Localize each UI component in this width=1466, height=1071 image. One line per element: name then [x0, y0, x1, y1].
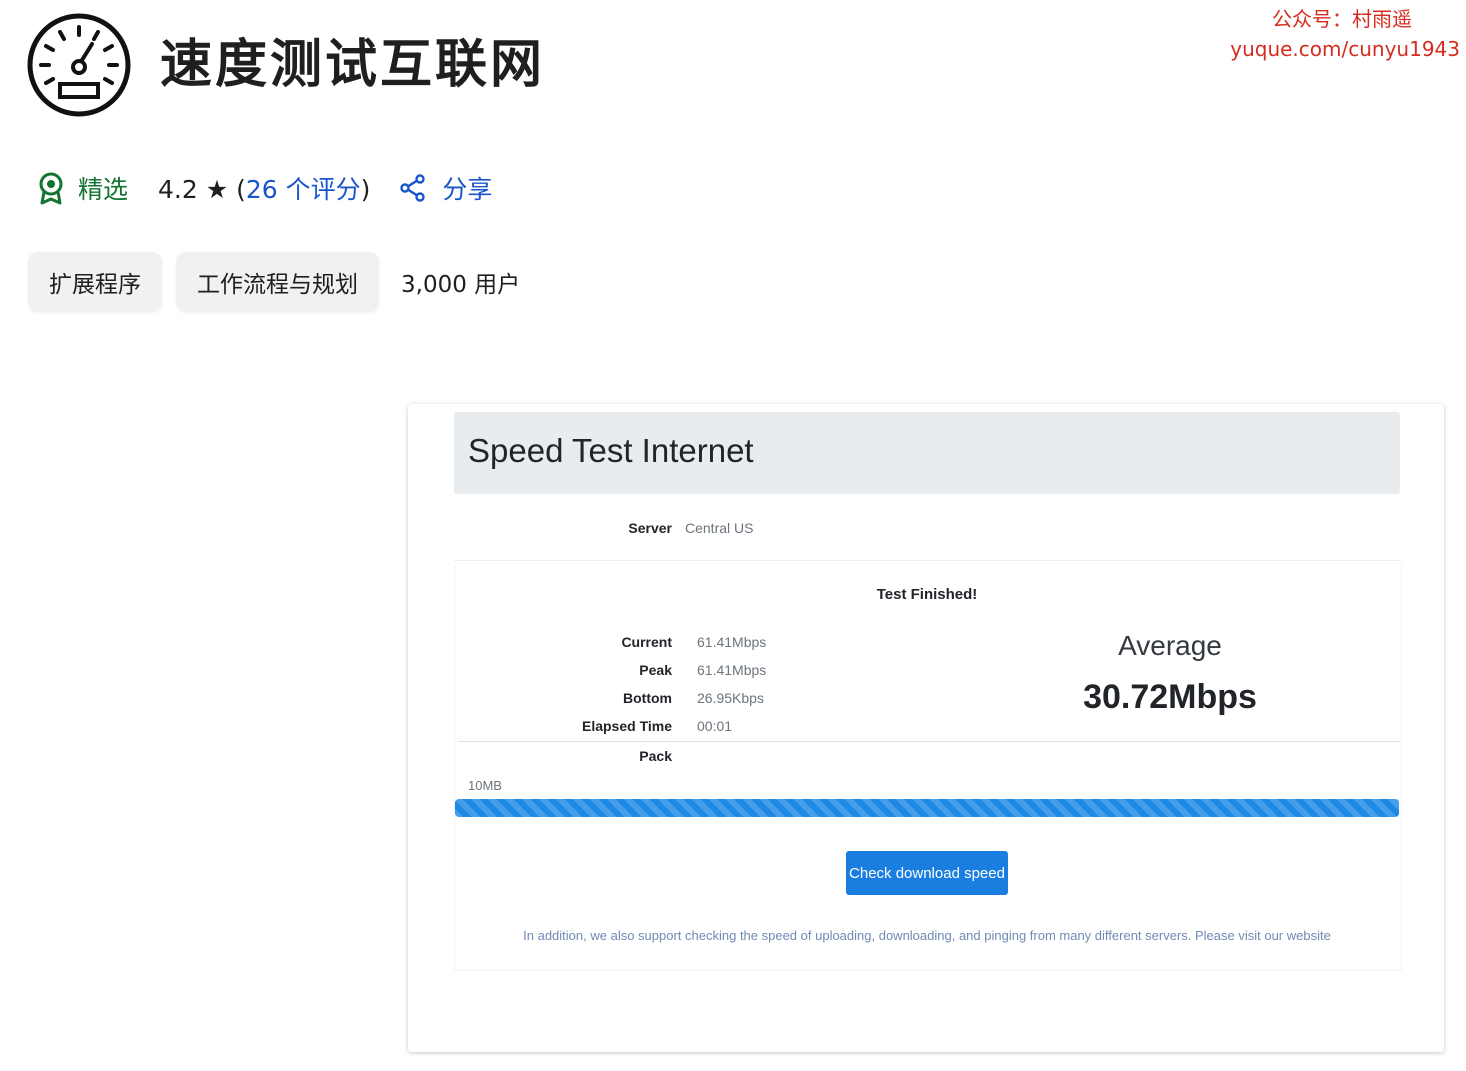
stat-label-elapsed: Elapsed Time: [581, 718, 672, 734]
pack-size-label: 10MB: [468, 778, 502, 793]
test-status: Test Finished!: [876, 586, 978, 603]
share-icon: [400, 174, 426, 202]
extension-title: 速度测试互联网: [160, 35, 546, 95]
download-progress-fill: [455, 799, 1399, 817]
stat-label-bottom: Bottom: [623, 690, 672, 706]
chip-extensions[interactable]: 扩展程序: [28, 252, 162, 312]
app-title: Speed Test Internet: [468, 432, 754, 469]
share-button[interactable]: 分享: [400, 170, 492, 206]
stat-value-bottom: 26.95Kbps: [697, 690, 764, 706]
rating: 4.2 ★ (26 个评分): [158, 170, 370, 206]
server-value: Central US: [685, 520, 754, 536]
stat-value-peak: 61.41Mbps: [697, 662, 767, 678]
user-count: 3,000 用户: [401, 272, 521, 298]
featured-badge-icon: [36, 171, 66, 205]
featured-badge[interactable]: 精选: [36, 170, 128, 206]
stat-value-current: 61.41Mbps: [697, 634, 767, 650]
reviews-link[interactable]: 26 个评分: [246, 175, 361, 204]
results-panel: [454, 564, 1402, 971]
watermark-line-1: 公众号：村雨遥: [1272, 7, 1412, 31]
check-download-speed-button[interactable]: Check download speed: [846, 851, 1008, 895]
stat-label-current: Current: [621, 634, 672, 650]
server-label: Server: [628, 520, 672, 536]
pack-label: Pack: [639, 748, 672, 764]
watermark-line-2: yuque.com/cunyu1943: [1230, 37, 1460, 61]
category-chips: 扩展程序 工作流程与规划 3,000 用户: [28, 252, 520, 312]
average-label: Average: [1118, 630, 1222, 661]
app-header: Speed Test Internet: [454, 412, 1400, 494]
share-label: 分享: [442, 175, 493, 204]
download-progress-bar: [455, 799, 1399, 817]
watermark: 公众号：村雨遥 yuque.com/cunyu1943: [1230, 4, 1460, 64]
stat-label-peak: Peak: [639, 662, 672, 678]
rating-value: 4.2: [158, 175, 198, 204]
featured-label: 精选: [78, 175, 129, 204]
reviews-close-paren: ): [360, 175, 371, 204]
divider: [458, 741, 1400, 742]
average-value: 30.72Mbps: [1083, 678, 1257, 716]
stat-value-elapsed: 00:01: [697, 718, 733, 734]
chip-workflow-planning[interactable]: 工作流程与规划: [176, 252, 379, 312]
reviews-open-paren: (: [236, 175, 246, 204]
footer-note: In addition, we also support checking th…: [523, 928, 1331, 943]
speedometer-icon: [26, 12, 132, 118]
star-icon: ★: [205, 175, 229, 204]
screenshot-preview[interactable]: Speed Test Internet Server Central US Te…: [408, 404, 1444, 1052]
meta-row: 精选 4.2 ★ (26 个评分) 分享: [36, 168, 492, 208]
